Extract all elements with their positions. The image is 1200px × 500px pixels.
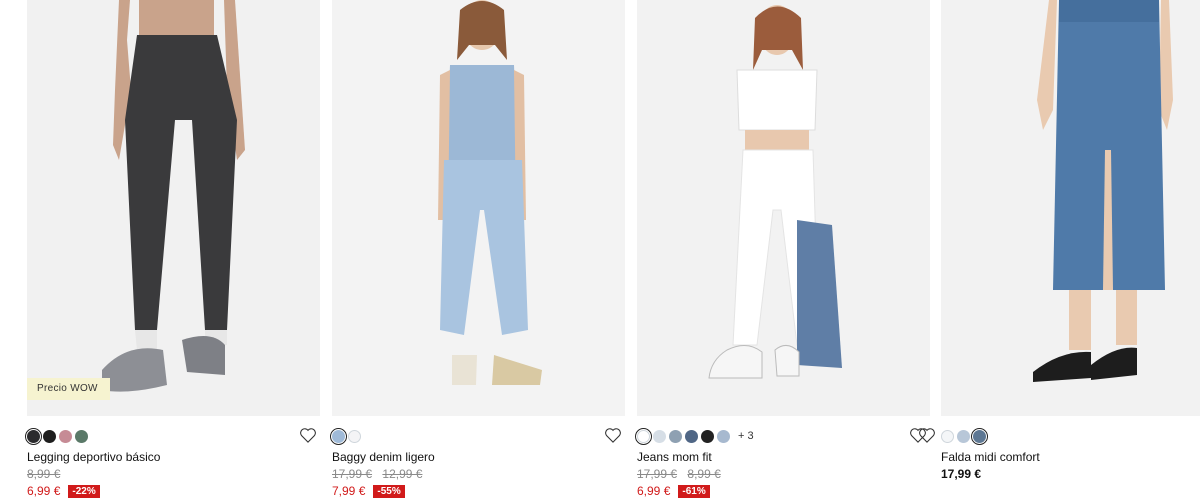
more-colors-count[interactable]: + 3 <box>738 430 754 442</box>
color-swatch[interactable] <box>701 429 714 443</box>
original-prices: 8,99 € <box>27 467 67 481</box>
color-swatch[interactable] <box>59 429 72 443</box>
color-swatch[interactable] <box>635 427 652 445</box>
color-swatch[interactable] <box>957 429 970 443</box>
original-price: 17,99 € <box>637 467 678 481</box>
product-card-falda-midi[interactable]: Falda midi comfort 17,99 € <box>919 0 1200 500</box>
color-swatches <box>941 427 988 445</box>
price-row: 6,99 € -22% <box>27 484 100 498</box>
price-row: 7,99 € -55% <box>332 484 405 498</box>
original-prices: 17,99 € 12,99 € <box>332 467 429 481</box>
product-card-baggy[interactable]: Baggy denim ligero 17,99 € 12,99 € 7,99 … <box>330 0 625 500</box>
sale-price: 7,99 € <box>332 484 366 498</box>
color-swatch[interactable] <box>348 429 361 443</box>
heart-outline-icon[interactable] <box>603 425 623 445</box>
product-image[interactable] <box>941 0 1200 416</box>
price: 17,99 € <box>941 467 982 481</box>
color-swatch[interactable] <box>971 427 988 445</box>
color-swatches <box>330 427 361 445</box>
color-swatch[interactable] <box>330 427 347 445</box>
original-price: 17,99 € <box>332 467 373 481</box>
heart-outline-icon[interactable] <box>298 425 318 445</box>
product-name[interactable]: Jeans mom fit <box>637 450 712 464</box>
original-prices: 17,99 € 8,99 € <box>637 467 728 481</box>
product-image[interactable] <box>332 0 625 416</box>
color-swatch[interactable] <box>25 427 42 445</box>
color-swatch[interactable] <box>75 429 88 443</box>
original-price: 12,99 € <box>382 467 423 481</box>
discount-badge: -61% <box>678 484 710 498</box>
product-grid: Precio WOW Legging deportivo básico 8,99… <box>0 0 1200 500</box>
product-name[interactable]: Baggy denim ligero <box>332 450 435 464</box>
color-swatch[interactable] <box>717 429 730 443</box>
original-price: 8,99 € <box>27 467 61 481</box>
price-wow-tag: Precio WOW <box>27 378 110 400</box>
color-swatch[interactable] <box>43 429 56 443</box>
sale-price: 6,99 € <box>27 484 61 498</box>
product-image[interactable] <box>637 0 930 416</box>
discount-badge: -55% <box>373 484 405 498</box>
product-card-jeans-mom[interactable]: + 3 Jeans mom fit 17,99 € 8,99 € 6,99 € … <box>635 0 930 500</box>
color-swatch[interactable] <box>685 429 698 443</box>
product-name[interactable]: Falda midi comfort <box>941 450 1040 464</box>
color-swatch[interactable] <box>653 429 666 443</box>
color-swatch[interactable] <box>941 429 954 443</box>
original-price: 8,99 € <box>687 467 721 481</box>
color-swatch[interactable] <box>669 429 682 443</box>
product-image[interactable]: Precio WOW <box>27 0 320 416</box>
product-card-legging[interactable]: Precio WOW Legging deportivo básico 8,99… <box>25 0 320 500</box>
color-swatches: + 3 <box>635 427 754 445</box>
color-swatches <box>25 427 88 445</box>
product-name[interactable]: Legging deportivo básico <box>27 450 160 464</box>
price-row: 6,99 € -61% <box>637 484 710 498</box>
heart-outline-icon[interactable] <box>917 425 937 445</box>
sale-price: 6,99 € <box>637 484 671 498</box>
discount-badge: -22% <box>68 484 100 498</box>
